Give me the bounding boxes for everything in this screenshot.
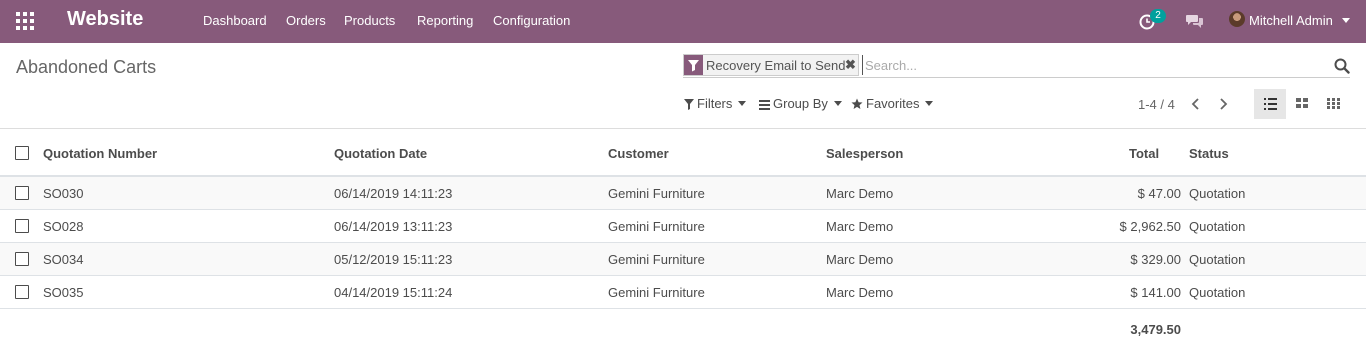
footer-total-sum: 3,479.50: [1130, 322, 1181, 337]
cell-salesperson: Marc Demo: [826, 186, 894, 201]
table-header: Quotation Number Quotation Date Customer…: [0, 129, 1366, 177]
header-salesperson[interactable]: Salesperson: [826, 146, 903, 161]
search-icon[interactable]: [1334, 58, 1350, 74]
row-checkbox[interactable]: [15, 186, 29, 200]
filters-dropdown[interactable]: Filters: [684, 96, 747, 111]
search-input[interactable]: [862, 55, 1322, 75]
table-row[interactable]: SO030 06/14/2019 14:11:23 Gemini Furnitu…: [0, 177, 1366, 210]
cell-customer: Gemini Furniture: [608, 219, 705, 234]
cell-total: $ 47.00: [1137, 186, 1181, 201]
favorites-dropdown[interactable]: Favorites: [851, 96, 934, 111]
avatar[interactable]: [1229, 11, 1245, 27]
caret-down-icon: [833, 101, 842, 106]
cell-status: Quotation: [1189, 285, 1246, 300]
header-status[interactable]: Status: [1189, 146, 1229, 161]
activity-count-badge: 2: [1150, 9, 1166, 23]
header-total[interactable]: Total: [1129, 146, 1159, 161]
caret-down-icon: [925, 101, 934, 106]
select-all-checkbox[interactable]: [15, 146, 29, 160]
filters-label: Filters: [697, 96, 733, 111]
cell-quotation-date: 04/14/2019 15:11:24: [334, 285, 453, 300]
cell-salesperson: Marc Demo: [826, 252, 894, 267]
caret-down-icon: [738, 101, 747, 106]
cell-status: Quotation: [1189, 219, 1246, 234]
cell-total: $ 329.00: [1130, 252, 1181, 267]
cell-salesperson: Marc Demo: [826, 219, 894, 234]
row-checkbox[interactable]: [15, 285, 29, 299]
user-menu-name[interactable]: Mitchell Admin: [1249, 13, 1333, 28]
list-icon: [1264, 98, 1277, 110]
menu-products[interactable]: Products: [344, 13, 395, 28]
row-checkbox[interactable]: [15, 252, 29, 266]
table-row[interactable]: SO034 05/12/2019 15:11:23 Gemini Furnitu…: [0, 243, 1366, 276]
cell-total: $ 141.00: [1130, 285, 1181, 300]
menu-configuration[interactable]: Configuration: [493, 13, 570, 28]
grid-icon: [1327, 98, 1340, 109]
grid-view-button[interactable]: [1317, 89, 1349, 119]
breadcrumb: Abandoned Carts: [16, 57, 157, 77]
cell-quotation-number: SO034: [43, 252, 84, 267]
menu-reporting[interactable]: Reporting: [417, 13, 473, 28]
header-quotation-date[interactable]: Quotation Date: [334, 146, 427, 161]
table-row[interactable]: SO035 04/14/2019 15:11:24 Gemini Furnitu…: [0, 276, 1366, 309]
grid-icon[interactable]: [16, 12, 34, 30]
chevron-right-icon[interactable]: [1216, 96, 1230, 112]
cell-customer: Gemini Furniture: [608, 186, 705, 201]
cell-quotation-number: SO035: [43, 285, 84, 300]
cell-customer: Gemini Furniture: [608, 285, 705, 300]
cell-quotation-number: SO030: [43, 186, 84, 201]
chat-bubbles-icon[interactable]: [1186, 13, 1204, 29]
filter-icon: [684, 99, 694, 110]
cell-quotation-number: SO028: [43, 219, 84, 234]
kanban-view-button[interactable]: [1286, 89, 1318, 119]
header-customer[interactable]: Customer: [608, 146, 669, 161]
groupby-label: Group By: [773, 96, 828, 111]
header-quotation-number[interactable]: Quotation Number: [43, 146, 157, 161]
cell-quotation-date: 05/12/2019 15:11:23: [334, 252, 453, 267]
search-facet: Recovery Email to Send ✖: [683, 54, 859, 76]
row-checkbox[interactable]: [15, 219, 29, 233]
cell-total: $ 2,962.50: [1119, 219, 1181, 234]
filter-icon: [684, 55, 703, 75]
close-icon[interactable]: ✖: [845, 57, 856, 73]
facet-value: Recovery Email to Send: [706, 58, 846, 73]
menu-orders[interactable]: Orders: [286, 13, 326, 28]
groupby-dropdown[interactable]: Group By: [759, 96, 842, 111]
search-box: Recovery Email to Send ✖: [683, 54, 1350, 78]
cell-customer: Gemini Furniture: [608, 252, 705, 267]
bars-icon: [759, 100, 770, 110]
cell-quotation-date: 06/14/2019 14:11:23: [334, 186, 453, 201]
pager-value[interactable]: 1-4 / 4: [1138, 97, 1175, 112]
list-view-button[interactable]: [1254, 89, 1286, 119]
kanban-icon: [1296, 98, 1308, 108]
top-navbar: Website Dashboard Orders Products Report…: [0, 0, 1366, 43]
table-row[interactable]: SO028 06/14/2019 13:11:23 Gemini Furnitu…: [0, 210, 1366, 243]
cell-quotation-date: 06/14/2019 13:11:23: [334, 219, 453, 234]
app-brand[interactable]: Website: [67, 8, 143, 31]
star-icon: [851, 98, 863, 109]
favorites-label: Favorites: [866, 96, 920, 111]
chevron-down-icon[interactable]: [1342, 18, 1350, 23]
cell-status: Quotation: [1189, 252, 1246, 267]
cell-salesperson: Marc Demo: [826, 285, 894, 300]
chevron-left-icon[interactable]: [1189, 96, 1203, 112]
cell-status: Quotation: [1189, 186, 1246, 201]
menu-dashboard[interactable]: Dashboard: [203, 13, 267, 28]
